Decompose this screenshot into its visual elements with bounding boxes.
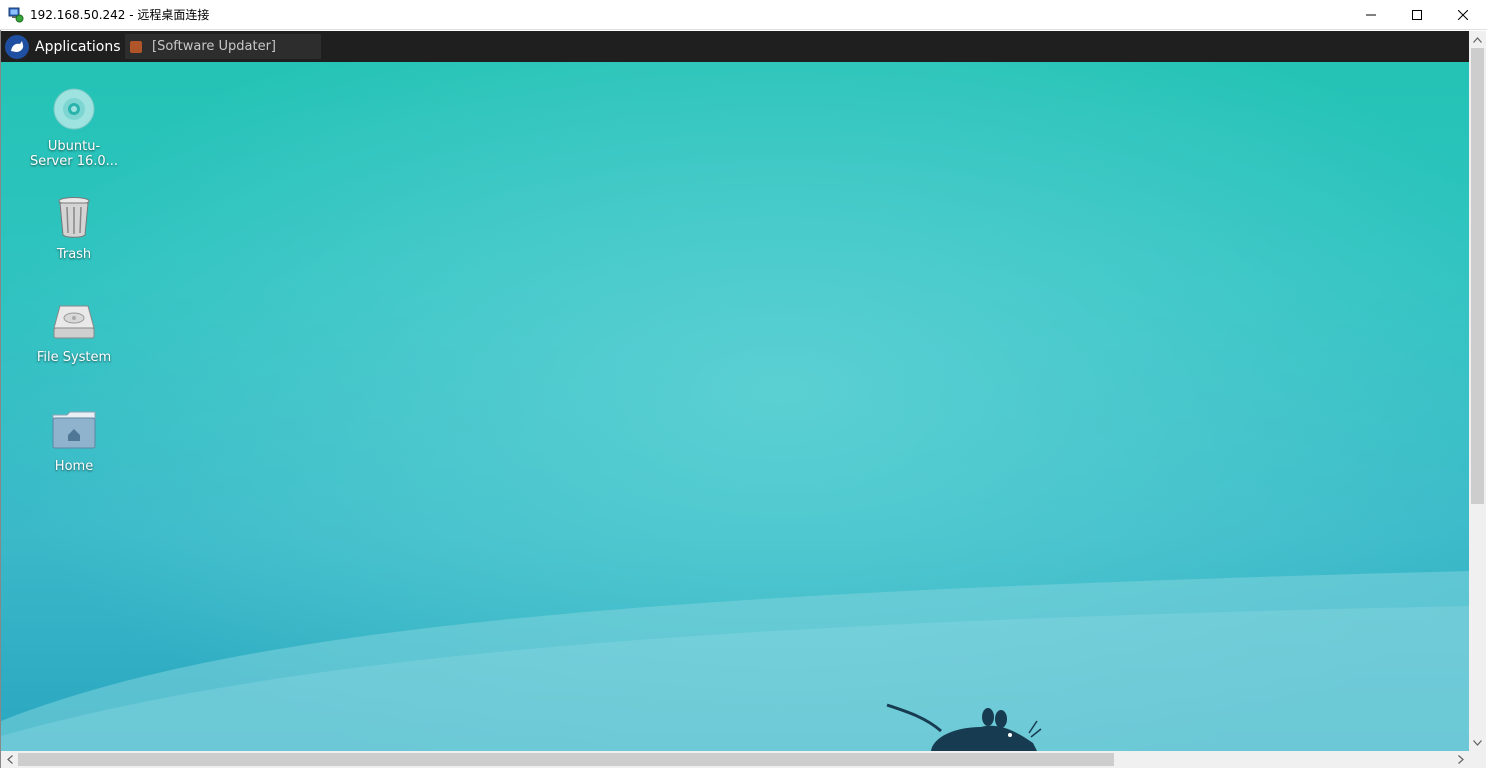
desktop-icon-home[interactable]: Home (24, 409, 124, 474)
horizontal-scrollbar[interactable] (1, 751, 1469, 768)
wallpaper-wave (1, 571, 1469, 751)
close-button[interactable] (1440, 0, 1486, 30)
maximize-button[interactable] (1394, 0, 1440, 30)
desktop-icon-label: Trash (56, 247, 92, 262)
desktop-icon-label: Ubuntu- (47, 139, 101, 154)
scroll-left-arrow-icon[interactable] (1, 751, 18, 768)
vertical-scrollbar-thumb[interactable] (1471, 48, 1484, 504)
minimize-button[interactable] (1348, 0, 1394, 30)
scroll-down-arrow-icon[interactable] (1469, 734, 1486, 751)
desktop-icon-label: Server 16.0... (29, 154, 119, 169)
desktop-icon-trash[interactable]: Trash (24, 195, 124, 262)
horizontal-scrollbar-thumb[interactable] (18, 753, 1114, 766)
applications-menu-button[interactable]: Applications (1, 31, 121, 62)
desktop-icon-ubuntu-server[interactable]: Ubuntu- Server 16.0... (24, 87, 124, 169)
hard-drive-icon (53, 305, 95, 339)
desktop-icon-label: File System (36, 350, 112, 365)
taskbar-item-software-updater[interactable]: [Software Updater] (125, 34, 321, 59)
remote-desktop-icon (8, 7, 24, 23)
scroll-up-arrow-icon[interactable] (1469, 31, 1486, 48)
window-title: 192.168.50.242 - 远程桌面连接 (30, 8, 210, 22)
desktop-icon-file-system[interactable]: File System (24, 302, 124, 365)
scrollbar-corner (1469, 751, 1486, 768)
applications-menu-label: Applications (35, 38, 121, 55)
software-updater-icon (130, 40, 142, 53)
trash-icon (58, 197, 90, 238)
desktop-icon-label: Home (54, 459, 94, 474)
optical-disc-icon (53, 88, 95, 130)
xfce-mouse-mascot (886, 703, 1042, 751)
xfce-logo-icon (5, 34, 29, 59)
scroll-right-arrow-icon[interactable] (1452, 751, 1469, 768)
home-folder-icon (52, 411, 96, 449)
vertical-scrollbar[interactable] (1469, 31, 1486, 751)
remote-desktop[interactable]: Applications [Software Updater] Ubuntu- … (1, 31, 1469, 751)
window-title-bar[interactable]: 192.168.50.242 - 远程桌面连接 (0, 0, 1487, 30)
taskbar-item-label: [Software Updater] (152, 39, 277, 54)
xfce-top-panel: Applications [Software Updater] (1, 31, 1469, 62)
